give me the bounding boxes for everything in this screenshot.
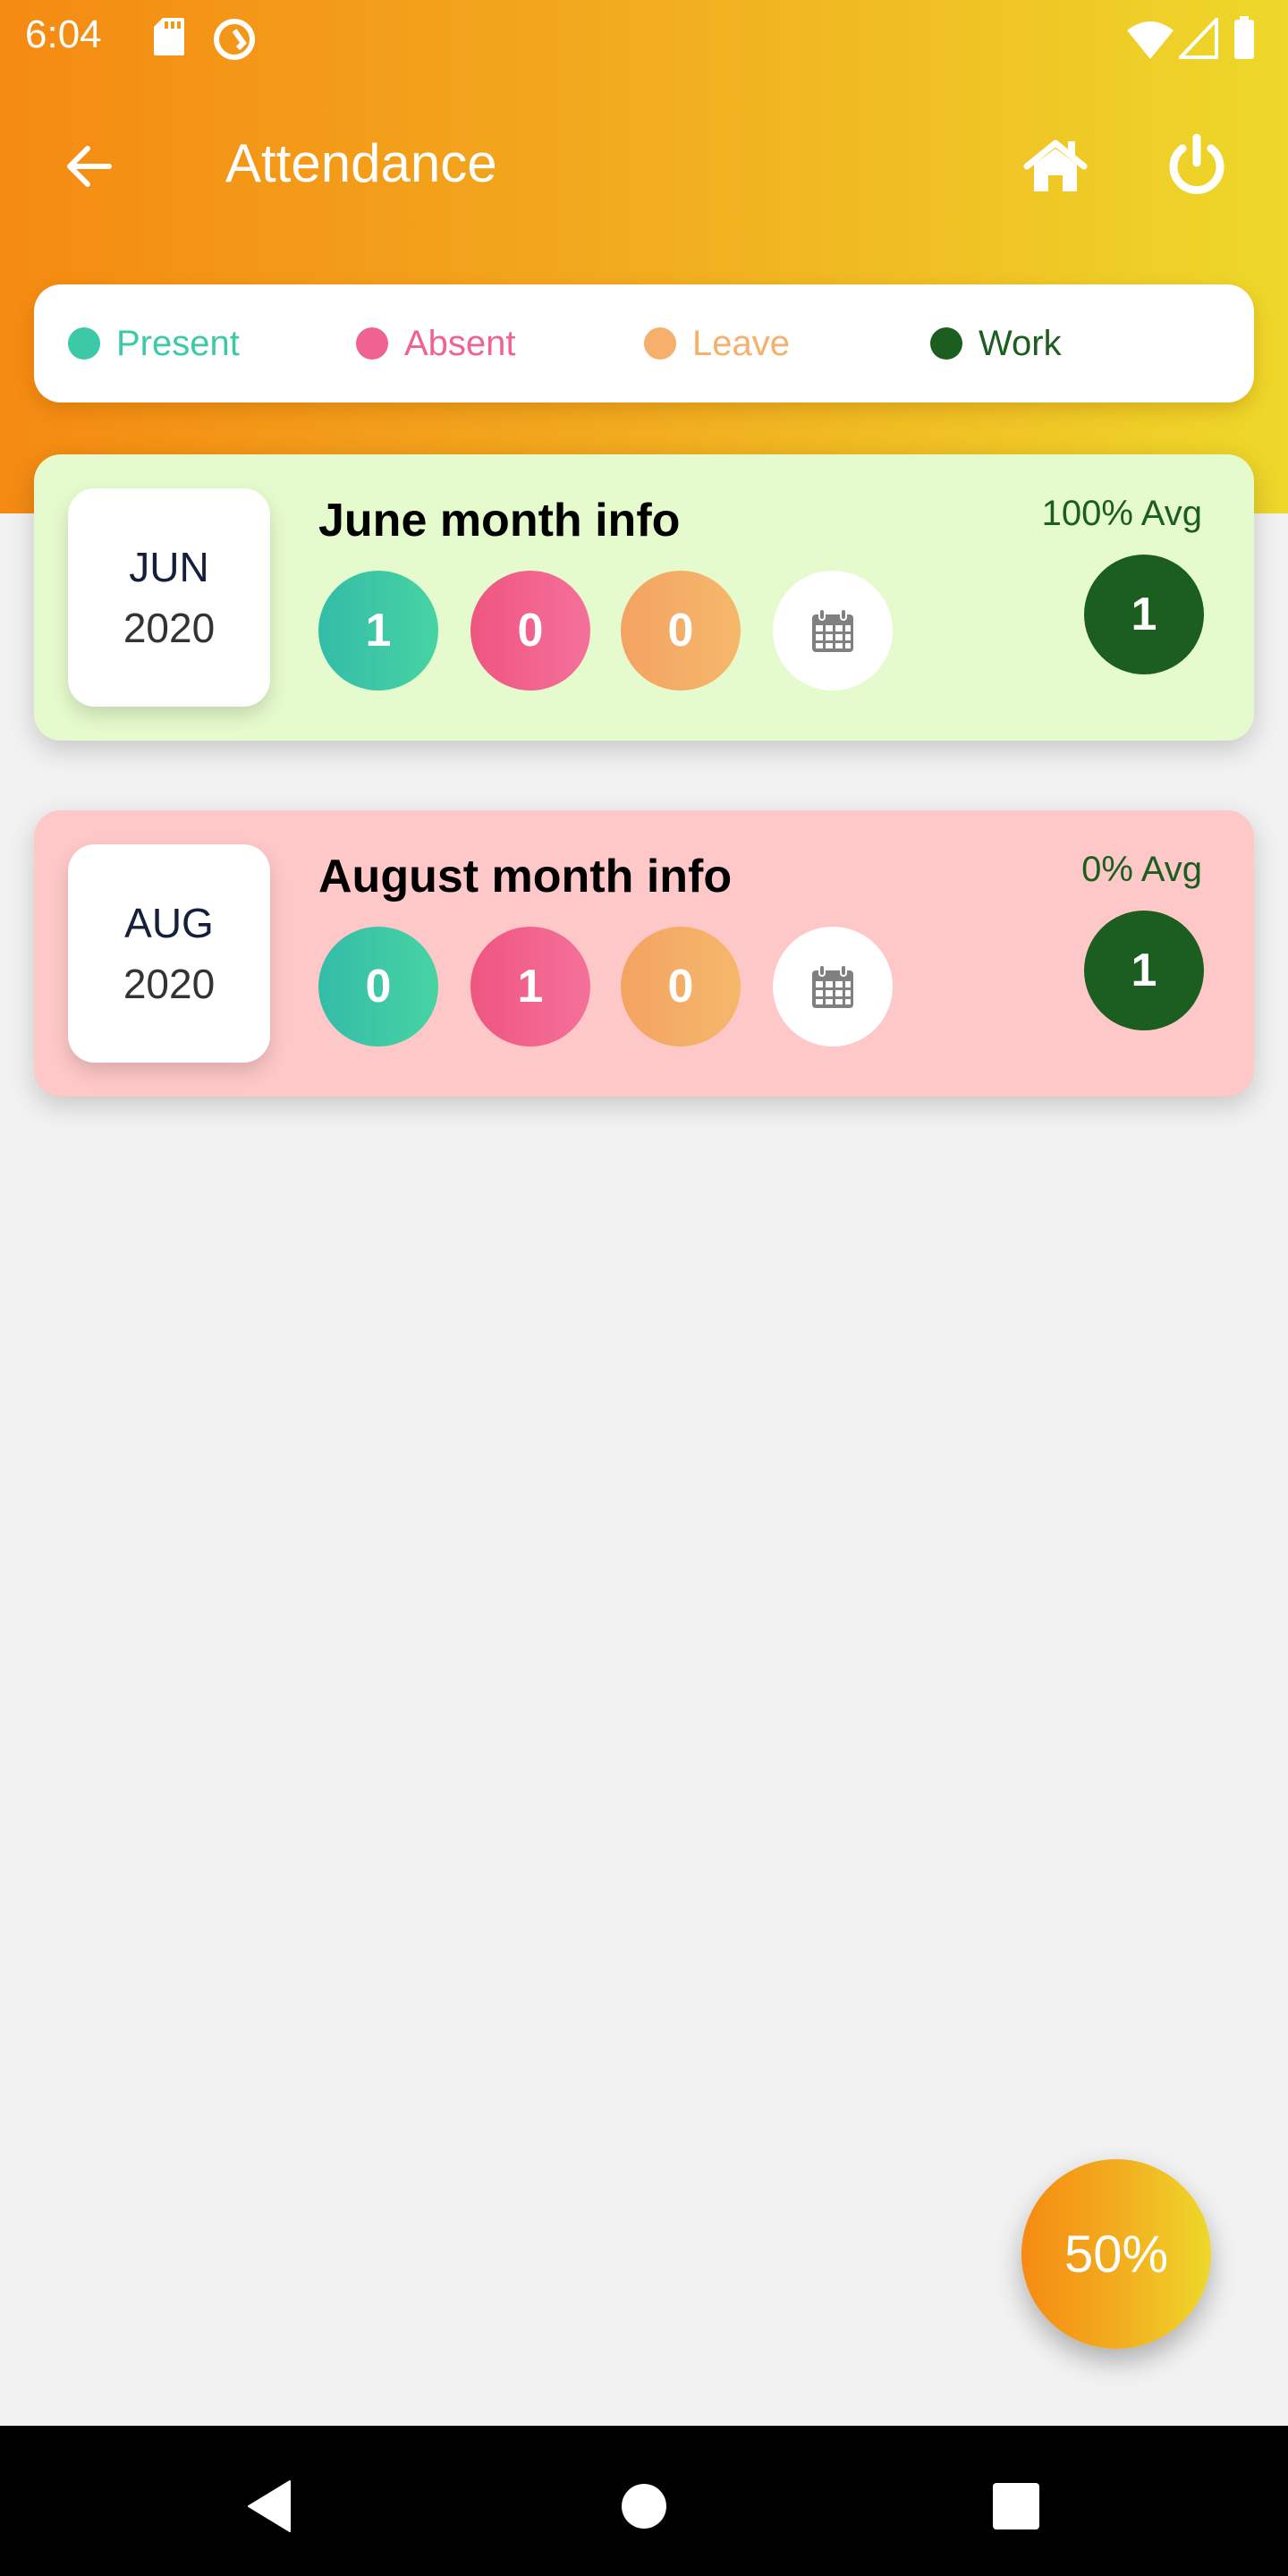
date-month: JUN — [129, 544, 209, 590]
leave-count: 0 — [621, 927, 741, 1046]
header-background — [0, 0, 1288, 513]
legend-present: Present — [68, 284, 240, 402]
absent-count: 0 — [470, 571, 590, 691]
power-icon — [1169, 133, 1224, 194]
legend-leave: Leave — [644, 284, 790, 402]
calendar-icon — [812, 964, 853, 1008]
present-count: 0 — [318, 927, 438, 1046]
present-dot-icon — [68, 327, 100, 360]
nav-home-button[interactable] — [599, 2462, 689, 2551]
date-month: AUG — [124, 900, 214, 946]
legend-card: Present Absent Leave Work — [34, 284, 1254, 402]
work-dot-icon — [930, 327, 962, 360]
nav-home-icon — [622, 2484, 666, 2529]
leave-dot-icon — [644, 327, 676, 360]
calendar-icon — [812, 608, 853, 652]
legend-label: Leave — [692, 323, 790, 363]
legend-label: Present — [116, 323, 240, 363]
date-box: JUN 2020 — [68, 488, 270, 707]
toolbar: Attendance — [0, 98, 1288, 233]
sd-card-icon — [152, 16, 186, 62]
navigation-bar — [0, 2426, 1288, 2576]
absent-dot-icon — [356, 327, 388, 360]
nav-back-button[interactable] — [225, 2462, 315, 2551]
legend-work: Work — [930, 284, 1062, 402]
arrow-left-icon — [67, 146, 112, 187]
nav-recents-icon — [993, 2483, 1039, 2529]
date-year: 2020 — [123, 605, 216, 651]
present-count: 1 — [318, 571, 438, 691]
battery-icon — [1233, 16, 1256, 64]
date-box: AUG 2020 — [68, 844, 270, 1063]
legend-label: Absent — [404, 323, 516, 363]
nav-back-icon — [248, 2480, 291, 2532]
wifi-icon — [1125, 20, 1175, 64]
back-button[interactable] — [54, 131, 125, 202]
logout-button[interactable] — [1161, 129, 1233, 200]
legend-label: Work — [979, 323, 1062, 363]
calendar-button[interactable] — [773, 927, 893, 1046]
avg-label: 100% Avg — [1041, 494, 1202, 533]
home-icon — [1023, 140, 1088, 191]
cellular-signal-icon — [1176, 15, 1220, 64]
month-card-august[interactable]: AUG 2020 August month info 0 1 0 0% Avg … — [34, 810, 1254, 1097]
work-count: 1 — [1084, 911, 1204, 1030]
page-title: Attendance — [225, 133, 497, 193]
calendar-button[interactable] — [773, 571, 893, 691]
status-bar: 6:04 — [0, 0, 1288, 73]
home-button[interactable] — [1020, 131, 1091, 202]
status-time: 6:04 — [25, 13, 102, 56]
card-title: June month info — [318, 495, 681, 547]
work-count: 1 — [1084, 555, 1204, 674]
month-card-june[interactable]: JUN 2020 June month info 1 0 0 100% Avg … — [34, 454, 1254, 741]
data-saver-icon — [211, 16, 258, 67]
absent-count: 1 — [470, 927, 590, 1046]
legend-absent: Absent — [356, 284, 516, 402]
leave-count: 0 — [621, 571, 741, 691]
card-title: August month info — [318, 851, 733, 902]
avg-label: 0% Avg — [1081, 850, 1202, 889]
date-year: 2020 — [123, 961, 216, 1007]
nav-recents-button[interactable] — [971, 2462, 1061, 2551]
overall-percentage-button[interactable]: 50% — [1021, 2159, 1211, 2349]
